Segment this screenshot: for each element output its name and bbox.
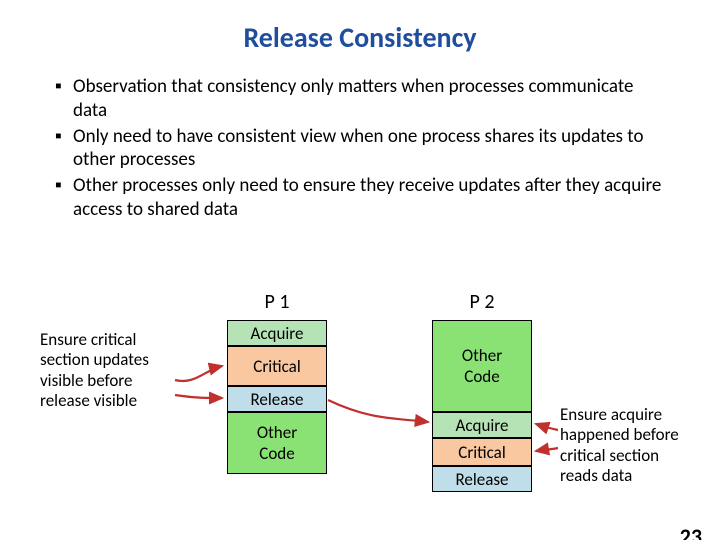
right-note: Ensure acquire happened before critical … — [560, 405, 695, 487]
p2-critical: Critical — [432, 438, 532, 466]
bullet-item: ▪ Other processes only need to ensure th… — [55, 174, 665, 222]
bullet-item: ▪ Only need to have consistent view when… — [55, 125, 665, 173]
bullet-list: ▪ Observation that consistency only matt… — [55, 75, 665, 222]
p1-critical: Critical — [227, 346, 327, 386]
page-number: 23 — [680, 523, 702, 540]
p2-release: Release — [432, 466, 532, 492]
col-header-p2: P 2 — [430, 290, 534, 314]
diagram: P 1 P 2 Acquire Critical Release Other C… — [0, 290, 720, 540]
bullet-text: Other processes only need to ensure they… — [73, 174, 665, 222]
bullet-marker: ▪ — [55, 75, 73, 123]
p2-acquire: Acquire — [432, 412, 532, 438]
bullet-item: ▪ Observation that consistency only matt… — [55, 75, 665, 123]
bullet-marker: ▪ — [55, 125, 73, 173]
bullet-text: Observation that consistency only matter… — [73, 75, 665, 123]
left-note: Ensure critical section updates visible … — [40, 330, 175, 412]
bullet-text: Only need to have consistent view when o… — [73, 125, 665, 173]
col-header-p1: P 1 — [225, 290, 329, 314]
slide-title: Release Consistency — [0, 20, 720, 55]
p1-acquire: Acquire — [227, 320, 327, 346]
bullet-marker: ▪ — [55, 174, 73, 222]
p1-other: Other Code — [227, 412, 327, 474]
p1-release: Release — [227, 386, 327, 412]
p2-other: Other Code — [432, 320, 532, 412]
